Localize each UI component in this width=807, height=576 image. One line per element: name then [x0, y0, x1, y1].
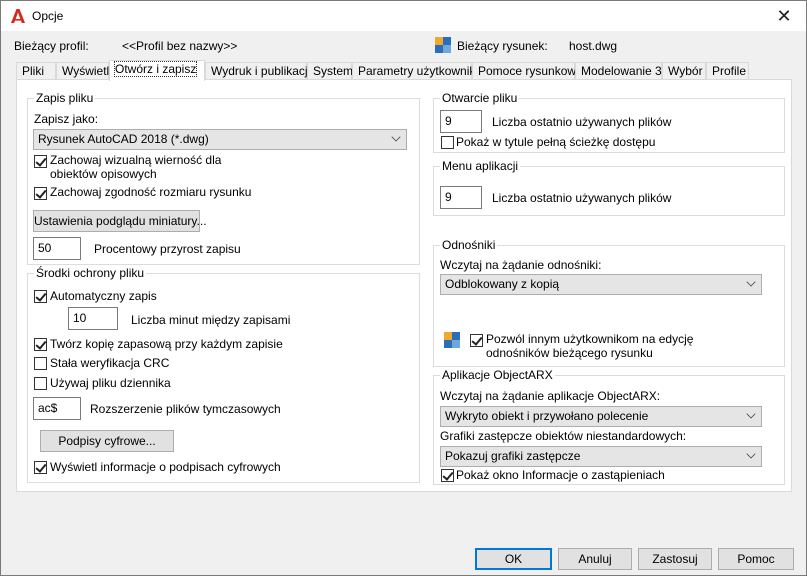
file-open-title: Otwarcie pliku	[440, 91, 520, 105]
temp-extension-input[interactable]: ac$	[33, 397, 81, 420]
current-profile-label: Bieżący profil:	[14, 39, 89, 53]
signature-info-checkbox[interactable]	[34, 461, 47, 474]
autosave-minutes-input[interactable]: 10	[68, 307, 118, 330]
increment-save-label: Procentowy przyrost zapisu	[94, 242, 241, 256]
proxy-graphics-select[interactable]: Pokazuj grafiki zastępcze	[440, 446, 762, 467]
open-recent-input[interactable]: 9	[440, 110, 482, 133]
tab-open-save[interactable]: Otwórz i zapisz	[109, 60, 205, 81]
signature-info-label: Wyświetl informacje o podpisach cyfrowyc…	[50, 460, 281, 474]
open-recent-label: Liczba ostatnio używanych plików	[492, 115, 672, 129]
tab-drafting[interactable]: Pomoce rysunkowe	[472, 62, 583, 80]
tab-system[interactable]: System	[307, 62, 353, 80]
allow-xref-edit-label-1: Pozwól innym użytkownikom na edycję	[486, 332, 694, 346]
drawing-size-label: Zachowaj zgodność rozmiaru rysunku	[50, 185, 252, 199]
autocad-logo-icon	[11, 9, 25, 23]
crc-checkbox[interactable]	[34, 357, 47, 370]
digital-signatures-button[interactable]: Podpisy cyfrowe...	[40, 430, 174, 452]
chevron-down-icon	[746, 449, 756, 459]
objectarx-title: Aplikacje ObjectARX	[440, 368, 555, 382]
xref-load-select[interactable]: Odblokowany z kopią	[440, 274, 762, 295]
tab-selection[interactable]: Wybór	[662, 62, 706, 80]
chevron-down-icon	[391, 132, 401, 142]
current-profile-value: <<Profil bez nazwy>>	[122, 39, 238, 53]
proxy-info-label: Pokaż okno Informacje o zastąpieniach	[456, 468, 665, 482]
chevron-down-icon	[746, 277, 756, 287]
menu-recent-input[interactable]: 9	[440, 186, 482, 209]
application-menu-group: Menu aplikacji 9 Liczba ostatnio używany…	[433, 159, 785, 216]
file-safety-title: Środki ochrony pliku	[34, 266, 147, 280]
visual-fidelity-label-1: Zachowaj wizualną wierność dla	[50, 153, 222, 167]
drawing-icon	[444, 332, 460, 348]
visual-fidelity-label-2: obiektów opisowych	[50, 167, 157, 181]
backup-label: Twórz kopię zapasową przy każdym zapisie	[50, 337, 283, 351]
file-save-title: Zapis pliku	[34, 91, 96, 105]
options-dialog: Opcje ✕ Bieżący profil: <<Profil bez naz…	[0, 0, 807, 576]
close-icon[interactable]: ✕	[770, 3, 798, 29]
xref-group: Odnośniki Wczytaj na żądanie odnośniki: …	[433, 238, 785, 367]
increment-save-input[interactable]: 50	[33, 237, 81, 260]
full-path-label: Pokaż w tytule pełną ścieżkę dostępu	[456, 135, 656, 149]
allow-xref-edit-label-2: odnośników bieżącego rysunku	[486, 346, 653, 360]
save-as-label: Zapisz jako:	[34, 112, 99, 126]
tab-user-preferences[interactable]: Parametry użytkownika	[352, 62, 482, 80]
tab-panel-open-save: Zapis pliku Zapisz jako: Rysunek AutoCAD…	[16, 79, 792, 492]
autosave-checkbox[interactable]	[34, 290, 47, 303]
arx-load-label: Wczytaj na żądanie aplikacje ObjectARX:	[440, 389, 661, 403]
window-title: Opcje	[32, 9, 64, 23]
drawing-size-checkbox[interactable]	[34, 187, 47, 200]
autosave-label: Automatyczny zapis	[50, 289, 157, 303]
title-bar: Opcje ✕	[1, 1, 806, 31]
crc-label: Stała weryfikacja CRC	[50, 356, 170, 370]
menu-recent-label: Liczba ostatnio używanych plików	[492, 191, 672, 205]
temp-extension-label: Rozszerzenie plików tymczasowych	[90, 402, 281, 416]
log-file-checkbox[interactable]	[34, 377, 47, 390]
chevron-down-icon	[746, 409, 756, 419]
file-safety-group: Środki ochrony pliku Automatyczny zapis …	[27, 266, 420, 483]
allow-xref-edit-checkbox[interactable]	[470, 334, 483, 347]
drawing-icon	[435, 37, 451, 53]
tab-display[interactable]: Wyświetl	[56, 62, 109, 80]
full-path-checkbox[interactable]	[441, 136, 454, 149]
proxy-graphics-label: Grafiki zastępcze obiektów niestandardow…	[440, 429, 687, 443]
visual-fidelity-checkbox[interactable]	[34, 155, 47, 168]
current-drawing-value: host.dwg	[569, 39, 618, 53]
file-save-group: Zapis pliku Zapisz jako: Rysunek AutoCAD…	[27, 91, 420, 265]
objectarx-group: Aplikacje ObjectARX Wczytaj na żądanie a…	[433, 368, 785, 485]
cancel-button[interactable]: Anuluj	[558, 548, 632, 570]
backup-checkbox[interactable]	[34, 338, 47, 351]
save-as-select[interactable]: Rysunek AutoCAD 2018 (*.dwg)	[33, 129, 407, 150]
autosave-minutes-label: Liczba minut między zapisami	[131, 313, 291, 327]
log-file-label: Używaj pliku dziennika	[50, 376, 171, 390]
current-drawing-label: Bieżący rysunek:	[457, 39, 548, 53]
tab-plot-publish[interactable]: Wydruk i publikacja	[205, 62, 314, 80]
application-menu-title: Menu aplikacji	[440, 159, 521, 173]
ok-button[interactable]: OK	[475, 548, 552, 570]
thumbnail-settings-button[interactable]: Ustawienia podglądu miniatury...	[33, 210, 207, 232]
apply-button[interactable]: Zastosuj	[638, 548, 712, 570]
tab-files[interactable]: Pliki	[16, 62, 56, 80]
tab-3d-modeling[interactable]: Modelowanie 3D	[575, 62, 670, 80]
file-open-group: Otwarcie pliku 9 Liczba ostatnio używany…	[433, 91, 785, 153]
arx-load-select[interactable]: Wykryto obiekt i przywołano polecenie	[440, 406, 762, 427]
tab-profiles[interactable]: Profile	[706, 62, 749, 80]
xref-title: Odnośniki	[440, 238, 498, 252]
xref-load-label: Wczytaj na żądanie odnośniki:	[440, 258, 602, 272]
proxy-info-checkbox[interactable]	[441, 469, 454, 482]
help-button[interactable]: Pomoc	[718, 548, 794, 570]
